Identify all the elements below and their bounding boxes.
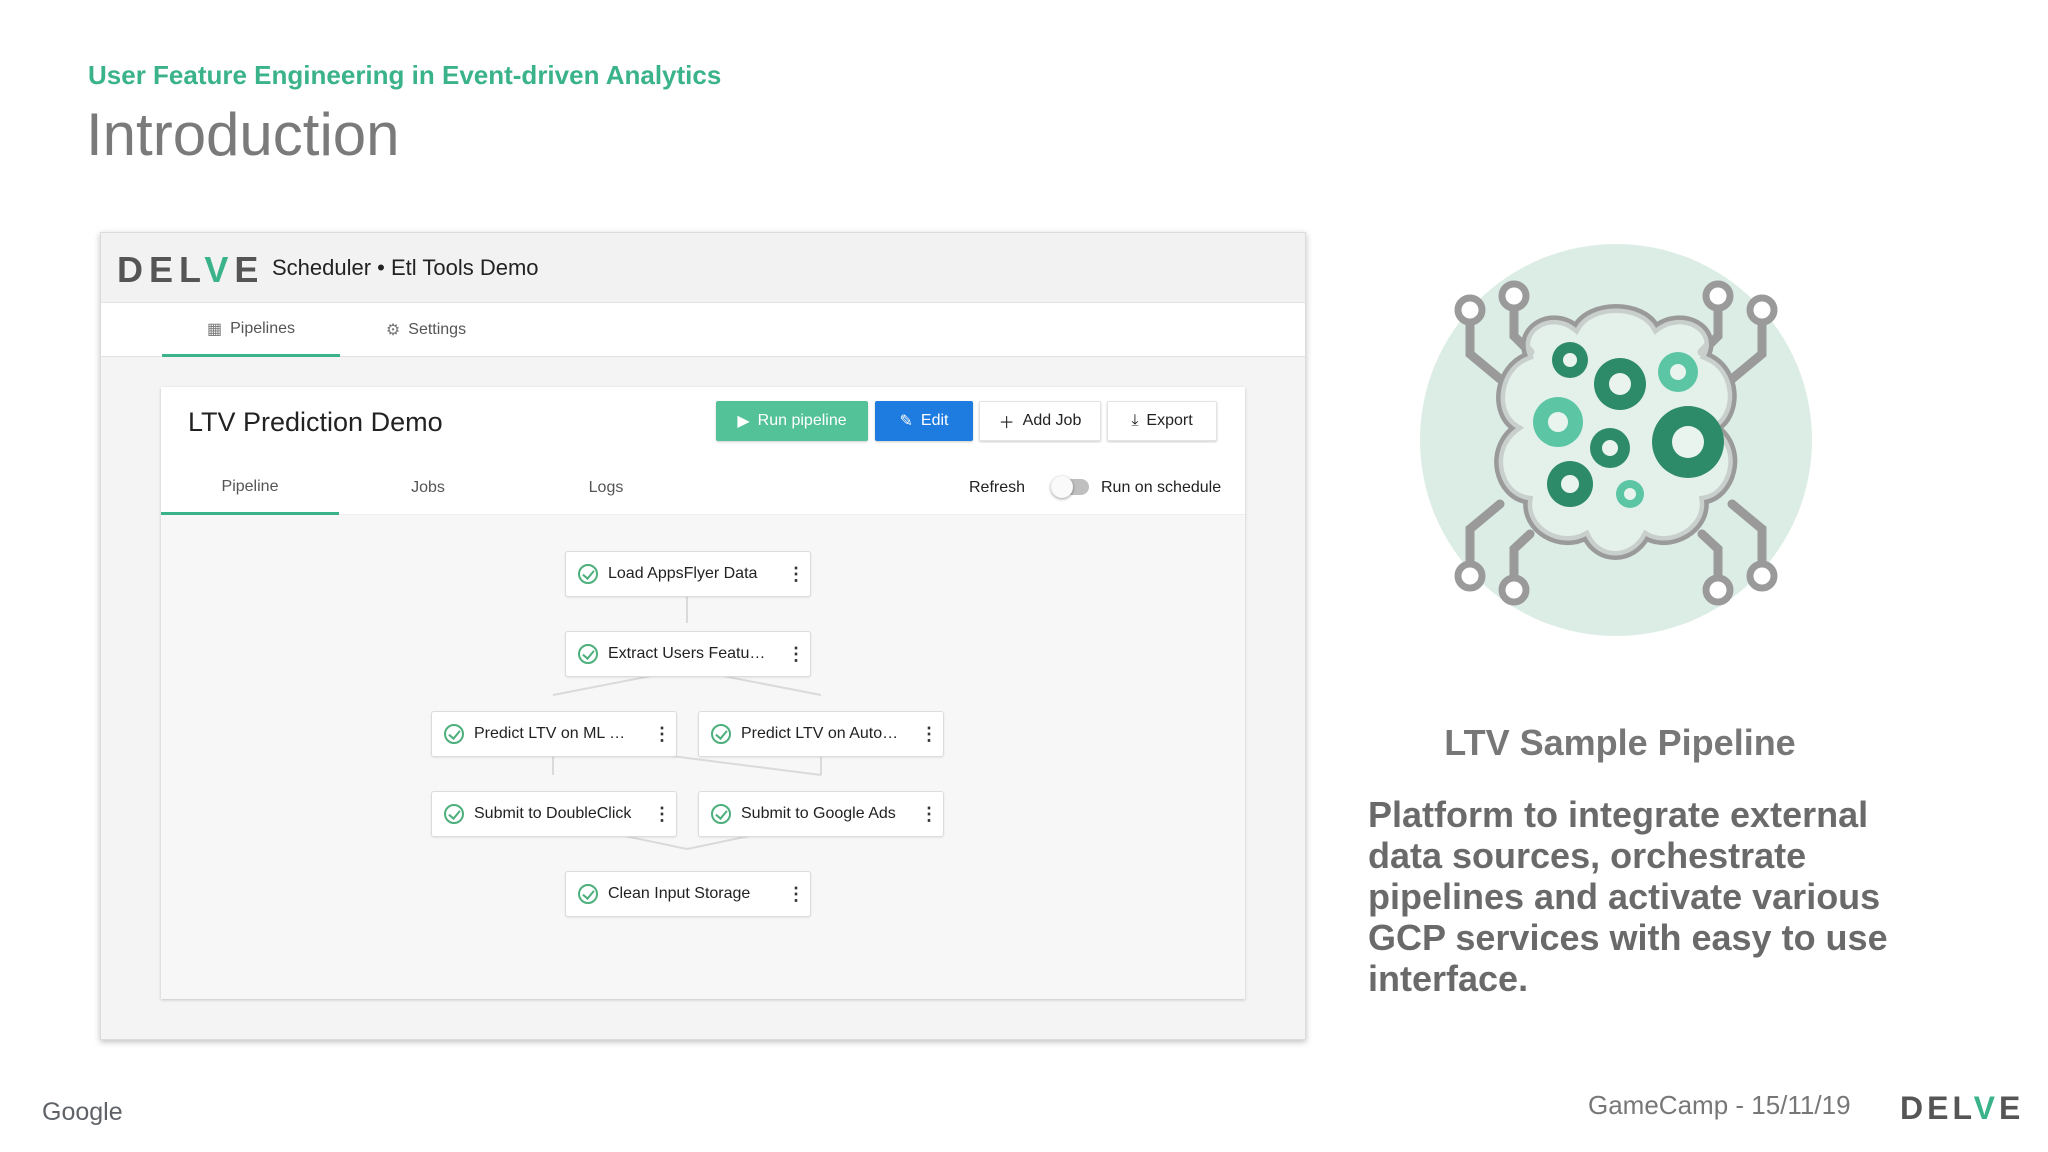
circuit-node-icon [1454,294,1486,326]
success-check-icon [444,804,464,824]
more-vert-icon[interactable]: ⋮ [782,644,810,665]
footer-event: GameCamp - 15/11/19 [1588,1090,1851,1120]
tab-jobs[interactable]: Jobs [339,461,517,515]
success-check-icon [578,564,598,584]
toggle-knob [1051,476,1073,498]
node-label: Submit to Google Ads [741,805,896,822]
section-description: Platform to integrate external data sour… [1368,794,1888,999]
pipeline-node[interactable]: Predict LTV on ML … ⋮ [431,711,677,757]
google-logo: Google [42,1098,123,1126]
node-label: Predict LTV on ML … [474,725,626,742]
gear-icon: ⚙ [385,322,401,339]
pencil-icon: ✎ [899,413,913,430]
node-label: Predict LTV on Auto… [741,725,899,742]
circuit-node-icon [1498,574,1530,606]
pipeline-card: LTV Prediction Demo ▶ Run pipeline ✎ Edi… [161,387,1245,999]
app-logo[interactable]: DELVE [117,249,264,291]
more-vert-icon[interactable]: ⋮ [782,564,810,585]
edit-button[interactable]: ✎ Edit [875,401,973,441]
play-icon: ▶ [737,413,750,430]
table-icon: ▦ [206,320,223,338]
nav-tab-label: Settings [408,321,467,338]
download-icon: ⤓ [1131,412,1139,429]
app-header: DELVE Scheduler • Etl Tools Demo [101,233,1305,303]
pipeline-node[interactable]: Submit to DoubleClick ⋮ [431,791,677,837]
success-check-icon [578,884,598,904]
add-job-label: Add Job [1022,412,1082,429]
run-on-schedule-label: Run on schedule [1101,479,1222,496]
app-screenshot: DELVE Scheduler • Etl Tools Demo ▦ Pipel… [100,232,1306,1040]
footer-logo: DELVE [1900,1090,2025,1126]
circuit-node-icon [1454,560,1486,592]
success-check-icon [711,724,731,744]
success-check-icon [444,724,464,744]
tab-pipeline[interactable]: Pipeline [161,461,339,515]
more-vert-icon[interactable]: ⋮ [915,724,943,745]
node-label: Load AppsFlyer Data [608,565,758,582]
pipeline-graph: Load AppsFlyer Data ⋮ Extract Users Feat… [161,515,1245,999]
edit-label: Edit [920,412,949,429]
export-button[interactable]: ⤓ Export [1107,401,1217,441]
success-check-icon [711,804,731,824]
tab-logs[interactable]: Logs [517,461,695,515]
more-vert-icon[interactable]: ⋮ [782,884,810,905]
circuit-node-icon [1702,280,1734,312]
export-label: Export [1146,412,1193,429]
run-pipeline-label: Run pipeline [757,412,847,429]
slide-title: Introduction [86,101,400,168]
success-check-icon [578,644,598,664]
node-label: Extract Users Featu… [608,645,766,662]
pipeline-title: LTV Prediction Demo [188,407,443,437]
brain-gears-illustration [1420,244,1812,636]
slide-subtitle: User Feature Engineering in Event-driven… [88,60,722,90]
nav-tab-settings[interactable]: ⚙ Settings [351,303,501,357]
refresh-button[interactable]: Refresh [969,479,1025,497]
app-nav: ▦ Pipelines ⚙ Settings [101,303,1305,357]
more-vert-icon[interactable]: ⋮ [915,804,943,825]
run-on-schedule-toggle[interactable] [1051,476,1089,498]
app-title: Scheduler • Etl Tools Demo [272,255,539,280]
circuit-node-icon [1746,294,1778,326]
circuit-node-icon [1746,560,1778,592]
nav-tab-pipelines[interactable]: ▦ Pipelines [162,303,340,357]
add-job-button[interactable]: ＋ Add Job [979,401,1101,441]
pipeline-node[interactable]: Submit to Google Ads ⋮ [698,791,944,837]
nav-tab-label: Pipelines [230,319,296,337]
plus-icon: ＋ [998,415,1015,432]
node-label: Clean Input Storage [608,885,751,902]
section-heading: LTV Sample Pipeline [1444,722,1796,763]
run-pipeline-button[interactable]: ▶ Run pipeline [716,401,868,441]
pipeline-node[interactable]: Extract Users Featu… ⋮ [565,631,811,677]
circuit-node-icon [1702,574,1734,606]
more-vert-icon[interactable]: ⋮ [648,724,676,745]
pipeline-node[interactable]: Clean Input Storage ⋮ [565,871,811,917]
circuit-node-icon [1498,280,1530,312]
more-vert-icon[interactable]: ⋮ [648,804,676,825]
node-label: Submit to DoubleClick [474,805,632,822]
pipeline-node[interactable]: Load AppsFlyer Data ⋮ [565,551,811,597]
pipeline-node[interactable]: Predict LTV on Auto… ⋮ [698,711,944,757]
